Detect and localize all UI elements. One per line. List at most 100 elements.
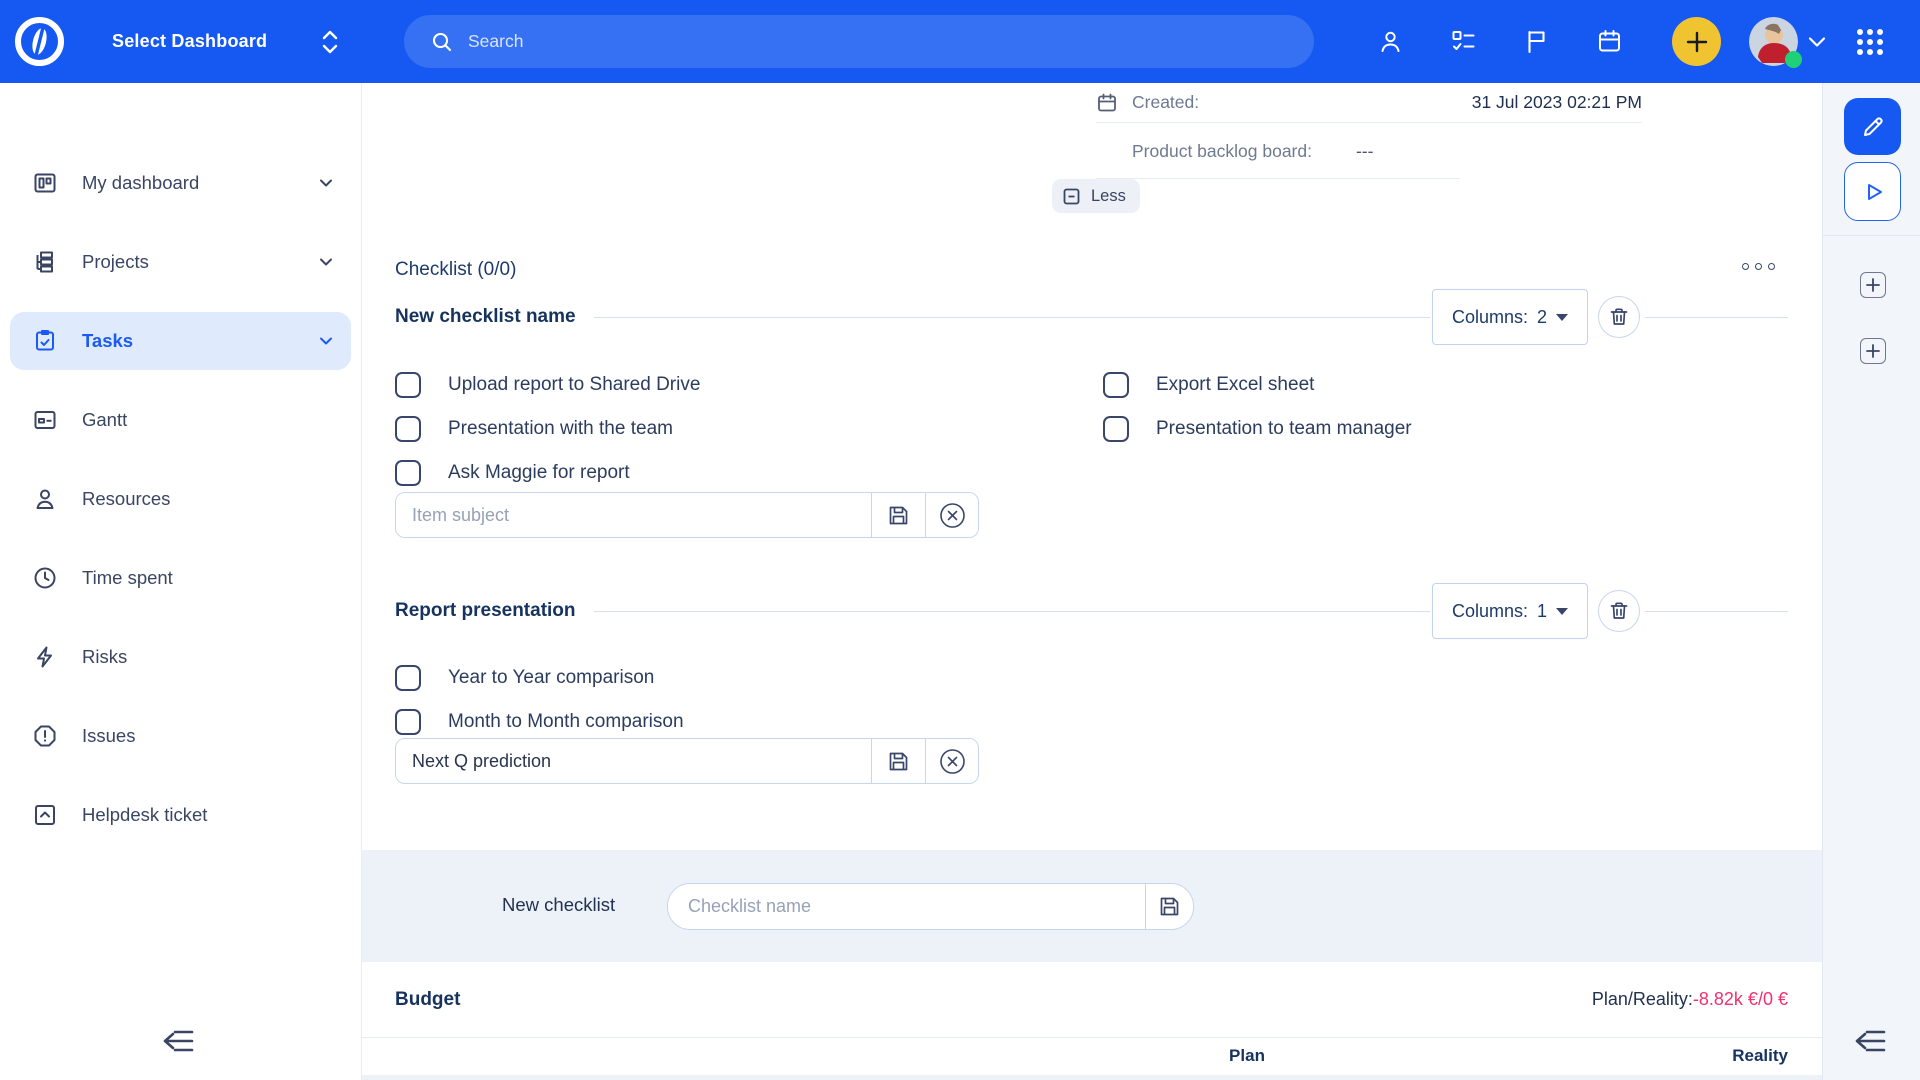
plan-value: -8.82k €: [1693, 989, 1758, 1009]
created-value: 31 Jul 2023 02:21 PM: [1472, 92, 1642, 113]
sidebar-item-resources[interactable]: Resources: [10, 470, 351, 528]
checkbox[interactable]: [395, 416, 421, 442]
online-status-dot: [1785, 51, 1802, 68]
topbar: Select Dashboard: [0, 0, 1920, 83]
columns-value: 1: [1537, 601, 1547, 622]
caret-down-icon: [1556, 314, 1568, 321]
main-content: Created: 31 Jul 2023 02:21 PM Product ba…: [362, 83, 1822, 1080]
checkbox[interactable]: [1103, 416, 1129, 442]
user-icon[interactable]: [1377, 28, 1404, 55]
play-icon: [1860, 179, 1886, 205]
add-button[interactable]: [1672, 17, 1721, 66]
dashboard-selector[interactable]: Select Dashboard: [112, 0, 341, 83]
item-subject-input[interactable]: [396, 739, 871, 783]
tasklist-icon[interactable]: [1450, 28, 1477, 55]
app-logo-icon[interactable]: [15, 17, 64, 66]
delete-checklist-button[interactable]: [1598, 296, 1640, 338]
sidebar-item-label: Resources: [82, 488, 334, 510]
sidebar-item-helpdesk-ticket[interactable]: Helpdesk ticket: [10, 786, 351, 844]
checklist-group-name: Report presentation: [395, 600, 576, 622]
new-item-input-group: [395, 492, 979, 538]
checklist-item[interactable]: Year to Year comparison: [395, 656, 684, 700]
chevron-down-icon[interactable]: [1808, 36, 1826, 48]
collapse-panel-icon[interactable]: [1853, 1024, 1891, 1058]
clock-icon: [32, 565, 58, 591]
checkbox[interactable]: [395, 372, 421, 398]
tasks-icon: [32, 328, 58, 354]
divider: [1645, 317, 1788, 318]
trash-icon: [1608, 306, 1630, 328]
apps-grid-icon[interactable]: [1853, 25, 1887, 59]
sidebar-item-tasks[interactable]: Tasks: [10, 312, 351, 370]
collapse-sidebar-icon[interactable]: [161, 1024, 199, 1058]
budget-section: Budget Plan/Reality:-8.82k €/0 €: [362, 962, 1822, 1038]
edit-button[interactable]: [1844, 98, 1901, 155]
sidebar-item-gantt[interactable]: Gantt: [10, 391, 351, 449]
pencil-icon: [1859, 113, 1887, 141]
sidebar-item-projects[interactable]: Projects: [10, 233, 351, 291]
search-bar[interactable]: [404, 15, 1314, 68]
calendar-icon[interactable]: [1596, 28, 1623, 55]
helpdesk-icon: [32, 802, 58, 828]
checklist-item[interactable]: Presentation to team manager: [1103, 407, 1412, 451]
new-checklist-input-group: [667, 883, 1194, 930]
flag-icon[interactable]: [1523, 28, 1550, 55]
checklist-item-label: Month to Month comparison: [448, 711, 684, 733]
checklist-group-header: New checklist name Columns: 2: [395, 288, 1788, 346]
checklist-name-input[interactable]: [668, 884, 1145, 929]
cancel-item-button[interactable]: [925, 739, 978, 783]
save-item-button[interactable]: [871, 739, 925, 783]
add-widget-button[interactable]: [1860, 272, 1886, 298]
sidebar-item-time-spent[interactable]: Time spent: [10, 549, 351, 607]
divider: [594, 317, 1430, 318]
new-checklist-band: New checklist: [362, 850, 1822, 962]
sidebar-item-issues[interactable]: Issues: [10, 707, 351, 765]
add-widget-button[interactable]: [1860, 338, 1886, 364]
checkbox[interactable]: [395, 460, 421, 486]
sidebar-item-label: Helpdesk ticket: [82, 804, 334, 826]
checklist-item[interactable]: Ask Maggie for report: [395, 451, 700, 495]
sidebar-item-my-dashboard[interactable]: My dashboard: [10, 154, 351, 212]
checklist-item-label: Upload report to Shared Drive: [448, 374, 700, 396]
more-options-button[interactable]: [1742, 263, 1775, 270]
checkbox[interactable]: [1103, 372, 1129, 398]
checklist-item-label: Export Excel sheet: [1156, 374, 1314, 396]
created-row: Created: 31 Jul 2023 02:21 PM: [1096, 83, 1642, 123]
checkbox[interactable]: [395, 665, 421, 691]
caret-down-icon: [1556, 608, 1568, 615]
budget-next-row: [362, 1075, 1822, 1080]
sidebar-item-label: Tasks: [82, 330, 318, 352]
checklist-item[interactable]: Upload report to Shared Drive: [395, 363, 700, 407]
sidebar-item-label: Issues: [82, 725, 334, 747]
save-icon: [886, 503, 911, 528]
less-button[interactable]: Less: [1052, 179, 1140, 213]
cancel-item-button[interactable]: [925, 493, 978, 537]
backlog-row: Product backlog board: ---: [1096, 123, 1642, 179]
divider: [1823, 235, 1920, 236]
calendar-icon: [1096, 92, 1118, 114]
sidebar-item-risks[interactable]: Risks: [10, 628, 351, 686]
sidebar-item-label: Time spent: [82, 567, 334, 589]
save-item-button[interactable]: [871, 493, 925, 537]
columns-value: 2: [1537, 307, 1547, 328]
plus-icon: [1685, 30, 1709, 54]
item-subject-input[interactable]: [396, 493, 871, 537]
right-action-panel: [1822, 83, 1920, 1080]
start-timer-button[interactable]: [1844, 162, 1901, 221]
columns-select[interactable]: Columns: 1: [1432, 583, 1588, 639]
checkbox[interactable]: [395, 709, 421, 735]
checklist-section-title: Checklist (0/0): [395, 259, 516, 281]
save-checklist-button[interactable]: [1145, 884, 1193, 929]
collapse-minus-icon: [1062, 187, 1081, 206]
chevron-down-icon: [318, 254, 334, 270]
checklist-item-label: Year to Year comparison: [448, 667, 654, 689]
columns-select[interactable]: Columns: 2: [1432, 289, 1588, 345]
delete-checklist-button[interactable]: [1598, 590, 1640, 632]
checklist-item-label: Ask Maggie for report: [448, 462, 630, 484]
new-checklist-label: New checklist: [502, 894, 615, 916]
search-input[interactable]: [468, 31, 1168, 52]
checklist-item[interactable]: Presentation with the team: [395, 407, 700, 451]
new-item-input-group: [395, 738, 979, 784]
checklist-item[interactable]: Export Excel sheet: [1103, 363, 1412, 407]
user-avatar[interactable]: [1749, 17, 1798, 66]
